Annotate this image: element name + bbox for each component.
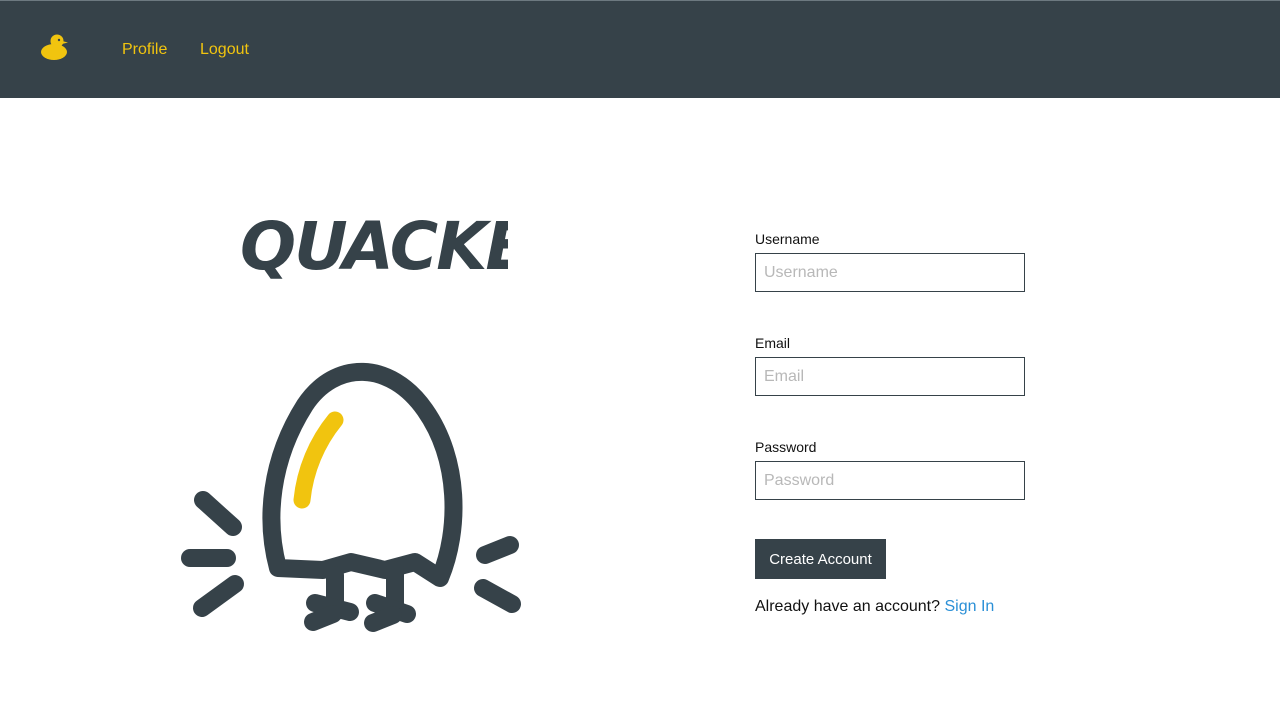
email-label: Email <box>755 335 791 351</box>
email-group: Email <box>755 335 1035 396</box>
signin-link[interactable]: Sign In <box>944 598 994 615</box>
username-label: Username <box>755 231 820 247</box>
signin-row: Already have an account? Sign In <box>755 598 1035 616</box>
password-input[interactable] <box>755 461 1025 500</box>
signin-prompt: Already have an account? <box>755 598 941 615</box>
nav-profile-link[interactable]: Profile <box>122 41 167 59</box>
signup-form: Username Email Password Create Account A… <box>755 230 1035 616</box>
egg-with-legs-icon <box>181 362 521 632</box>
top-navbar: Profile Logout <box>0 0 1280 98</box>
password-label: Password <box>755 439 817 455</box>
duck-icon[interactable] <box>40 32 72 62</box>
password-group: Password <box>755 439 1035 500</box>
nav-logout-link[interactable]: Logout <box>200 41 249 59</box>
email-input[interactable] <box>755 357 1025 396</box>
username-input[interactable] <box>755 253 1025 292</box>
username-group: Username <box>755 231 1035 292</box>
brand-title: QUACKER. <box>240 208 508 285</box>
brand-logo: QUACKER. <box>240 208 508 285</box>
create-account-button[interactable]: Create Account <box>755 539 886 579</box>
